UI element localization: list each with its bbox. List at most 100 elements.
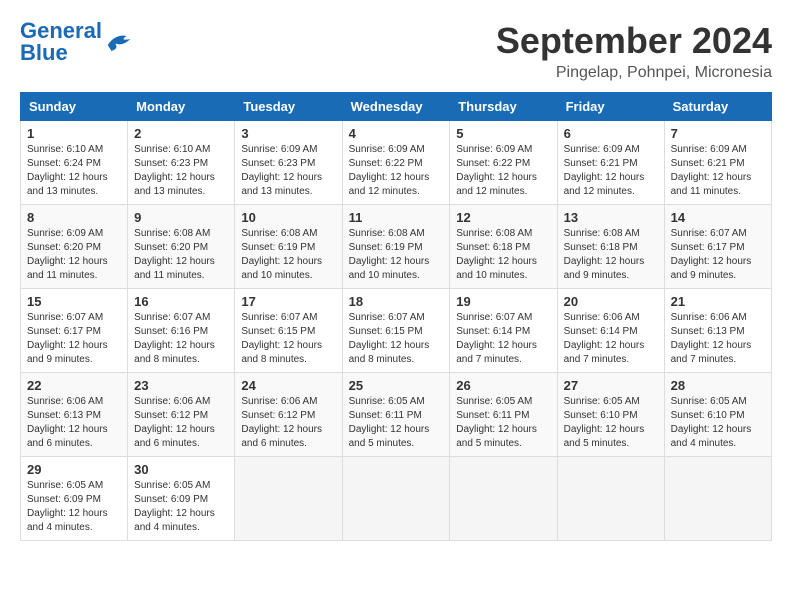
day-number: 2 xyxy=(134,126,228,141)
day-number: 21 xyxy=(671,294,765,309)
list-item xyxy=(664,457,771,541)
day-info: Sunrise: 6:07 AMSunset: 6:17 PMDaylight:… xyxy=(27,311,121,367)
list-item: 22 Sunrise: 6:06 AMSunset: 6:13 PMDayligh… xyxy=(21,373,128,457)
subtitle: Pingelap, Pohnpei, Micronesia xyxy=(496,64,772,82)
day-info: Sunrise: 6:05 AMSunset: 6:11 PMDaylight:… xyxy=(349,395,444,451)
day-number: 30 xyxy=(134,462,228,477)
list-item: 23 Sunrise: 6:06 AMSunset: 6:12 PMDayligh… xyxy=(128,373,235,457)
day-number: 3 xyxy=(241,126,335,141)
day-info: Sunrise: 6:09 AMSunset: 6:21 PMDaylight:… xyxy=(671,143,765,199)
list-item: 26 Sunrise: 6:05 AMSunset: 6:11 PMDayligh… xyxy=(450,373,557,457)
list-item: 28 Sunrise: 6:05 AMSunset: 6:10 PMDayligh… xyxy=(664,373,771,457)
day-info: Sunrise: 6:05 AMSunset: 6:11 PMDaylight:… xyxy=(456,395,550,451)
list-item: 24 Sunrise: 6:06 AMSunset: 6:12 PMDayligh… xyxy=(235,373,342,457)
day-info: Sunrise: 6:05 AMSunset: 6:09 PMDaylight:… xyxy=(134,479,228,535)
table-row: 1Sunrise: 6:10 AMSunset: 6:24 PMDaylight… xyxy=(21,121,772,205)
day-info: Sunrise: 6:06 AMSunset: 6:14 PMDaylight:… xyxy=(564,311,658,367)
day-number: 22 xyxy=(27,378,121,393)
day-info: Sunrise: 6:08 AMSunset: 6:19 PMDaylight:… xyxy=(241,227,335,283)
day-number: 29 xyxy=(27,462,121,477)
list-item: 1Sunrise: 6:10 AMSunset: 6:24 PMDaylight… xyxy=(21,121,128,205)
day-info: Sunrise: 6:06 AMSunset: 6:12 PMDaylight:… xyxy=(134,395,228,451)
logo-text: General Blue xyxy=(20,20,102,64)
logo-bird-icon xyxy=(104,30,134,54)
table-row: 8 Sunrise: 6:09 AMSunset: 6:20 PMDaylight… xyxy=(21,205,772,289)
logo: General Blue xyxy=(20,20,134,64)
list-item: 30 Sunrise: 6:05 AMSunset: 6:09 PMDayligh… xyxy=(128,457,235,541)
list-item: 17 Sunrise: 6:07 AMSunset: 6:15 PMDayligh… xyxy=(235,289,342,373)
day-info: Sunrise: 6:07 AMSunset: 6:15 PMDaylight:… xyxy=(349,311,444,367)
list-item: 5 Sunrise: 6:09 AMSunset: 6:22 PMDaylight… xyxy=(450,121,557,205)
page-header: General Blue September 2024 Pingelap, Po… xyxy=(20,20,772,82)
list-item: 13 Sunrise: 6:08 AMSunset: 6:18 PMDayligh… xyxy=(557,205,664,289)
logo-blue: Blue xyxy=(20,40,68,65)
day-info: Sunrise: 6:05 AMSunset: 6:10 PMDaylight:… xyxy=(564,395,658,451)
list-item: 18 Sunrise: 6:07 AMSunset: 6:15 PMDayligh… xyxy=(342,289,450,373)
day-number: 16 xyxy=(134,294,228,309)
list-item: 4 Sunrise: 6:09 AMSunset: 6:22 PMDaylight… xyxy=(342,121,450,205)
day-number: 13 xyxy=(564,210,658,225)
day-info: Sunrise: 6:05 AMSunset: 6:09 PMDaylight:… xyxy=(27,479,121,535)
day-number: 18 xyxy=(349,294,444,309)
day-info: Sunrise: 6:09 AMSunset: 6:20 PMDaylight:… xyxy=(27,227,121,283)
day-info: Sunrise: 6:08 AMSunset: 6:18 PMDaylight:… xyxy=(456,227,550,283)
table-row: 15 Sunrise: 6:07 AMSunset: 6:17 PMDayligh… xyxy=(21,289,772,373)
day-number: 15 xyxy=(27,294,121,309)
day-number: 26 xyxy=(456,378,550,393)
list-item xyxy=(342,457,450,541)
day-info: Sunrise: 6:10 AMSunset: 6:23 PMDaylight:… xyxy=(134,143,228,199)
table-row: 22 Sunrise: 6:06 AMSunset: 6:13 PMDayligh… xyxy=(21,373,772,457)
day-info: Sunrise: 6:05 AMSunset: 6:10 PMDaylight:… xyxy=(671,395,765,451)
title-block: September 2024 Pingelap, Pohnpei, Micron… xyxy=(496,20,772,82)
day-number: 4 xyxy=(349,126,444,141)
day-info: Sunrise: 6:07 AMSunset: 6:15 PMDaylight:… xyxy=(241,311,335,367)
list-item: 9Sunrise: 6:08 AMSunset: 6:20 PMDaylight… xyxy=(128,205,235,289)
list-item: 14Sunrise: 6:07 AMSunset: 6:17 PMDayligh… xyxy=(664,205,771,289)
list-item: 20Sunrise: 6:06 AMSunset: 6:14 PMDayligh… xyxy=(557,289,664,373)
day-number: 17 xyxy=(241,294,335,309)
list-item xyxy=(450,457,557,541)
day-number: 25 xyxy=(349,378,444,393)
col-tuesday: Tuesday xyxy=(235,93,342,121)
day-info: Sunrise: 6:07 AMSunset: 6:17 PMDaylight:… xyxy=(671,227,765,283)
list-item: 16Sunrise: 6:07 AMSunset: 6:16 PMDayligh… xyxy=(128,289,235,373)
day-number: 10 xyxy=(241,210,335,225)
day-number: 19 xyxy=(456,294,550,309)
day-info: Sunrise: 6:09 AMSunset: 6:22 PMDaylight:… xyxy=(349,143,444,199)
list-item: 12 Sunrise: 6:08 AMSunset: 6:18 PMDayligh… xyxy=(450,205,557,289)
day-number: 28 xyxy=(671,378,765,393)
day-info: Sunrise: 6:09 AMSunset: 6:23 PMDaylight:… xyxy=(241,143,335,199)
col-friday: Friday xyxy=(557,93,664,121)
list-item: 6Sunrise: 6:09 AMSunset: 6:21 PMDaylight… xyxy=(557,121,664,205)
list-item: 11Sunrise: 6:08 AMSunset: 6:19 PMDayligh… xyxy=(342,205,450,289)
day-info: Sunrise: 6:09 AMSunset: 6:22 PMDaylight:… xyxy=(456,143,550,199)
col-sunday: Sunday xyxy=(21,93,128,121)
day-number: 6 xyxy=(564,126,658,141)
day-info: Sunrise: 6:06 AMSunset: 6:12 PMDaylight:… xyxy=(241,395,335,451)
list-item: 21 Sunrise: 6:06 AMSunset: 6:13 PMDayligh… xyxy=(664,289,771,373)
list-item: 10 Sunrise: 6:08 AMSunset: 6:19 PMDayligh… xyxy=(235,205,342,289)
day-info: Sunrise: 6:06 AMSunset: 6:13 PMDaylight:… xyxy=(671,311,765,367)
day-info: Sunrise: 6:08 AMSunset: 6:19 PMDaylight:… xyxy=(349,227,444,283)
calendar-table: Sunday Monday Tuesday Wednesday Thursday… xyxy=(20,92,772,541)
main-title: September 2024 xyxy=(496,20,772,62)
day-info: Sunrise: 6:06 AMSunset: 6:13 PMDaylight:… xyxy=(27,395,121,451)
day-number: 7 xyxy=(671,126,765,141)
list-item: 8 Sunrise: 6:09 AMSunset: 6:20 PMDaylight… xyxy=(21,205,128,289)
day-info: Sunrise: 6:07 AMSunset: 6:14 PMDaylight:… xyxy=(456,311,550,367)
list-item xyxy=(557,457,664,541)
calendar-header-row: Sunday Monday Tuesday Wednesday Thursday… xyxy=(21,93,772,121)
day-number: 5 xyxy=(456,126,550,141)
list-item: 3 Sunrise: 6:09 AMSunset: 6:23 PMDaylight… xyxy=(235,121,342,205)
day-info: Sunrise: 6:08 AMSunset: 6:18 PMDaylight:… xyxy=(564,227,658,283)
col-wednesday: Wednesday xyxy=(342,93,450,121)
day-number: 24 xyxy=(241,378,335,393)
day-number: 23 xyxy=(134,378,228,393)
day-info: Sunrise: 6:08 AMSunset: 6:20 PMDaylight:… xyxy=(134,227,228,283)
list-item: 7 Sunrise: 6:09 AMSunset: 6:21 PMDaylight… xyxy=(664,121,771,205)
day-number: 8 xyxy=(27,210,121,225)
day-number: 12 xyxy=(456,210,550,225)
col-monday: Monday xyxy=(128,93,235,121)
col-saturday: Saturday xyxy=(664,93,771,121)
list-item: 19 Sunrise: 6:07 AMSunset: 6:14 PMDayligh… xyxy=(450,289,557,373)
